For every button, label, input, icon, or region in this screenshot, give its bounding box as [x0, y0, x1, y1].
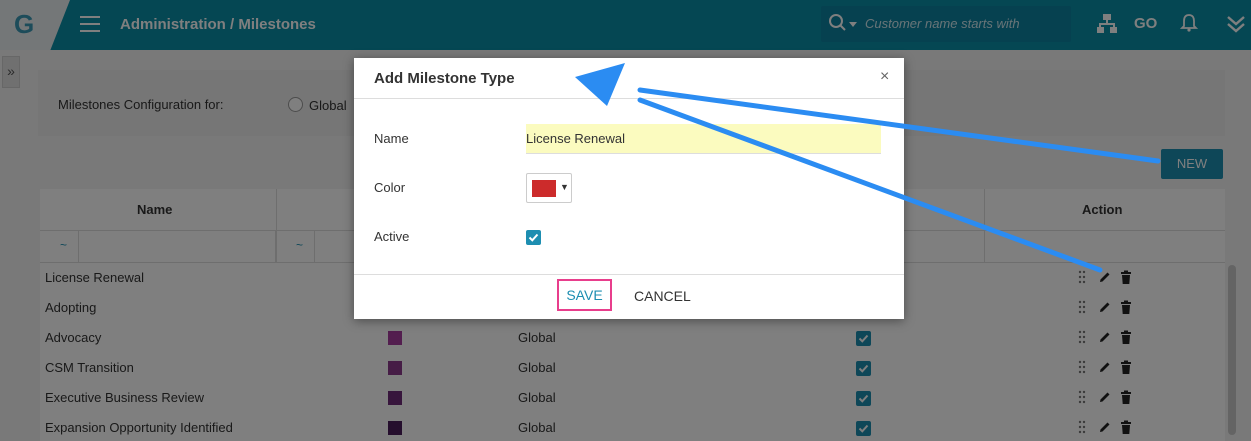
annotation-arrows: [575, 63, 1161, 273]
annotation-arrow: [575, 63, 1161, 273]
